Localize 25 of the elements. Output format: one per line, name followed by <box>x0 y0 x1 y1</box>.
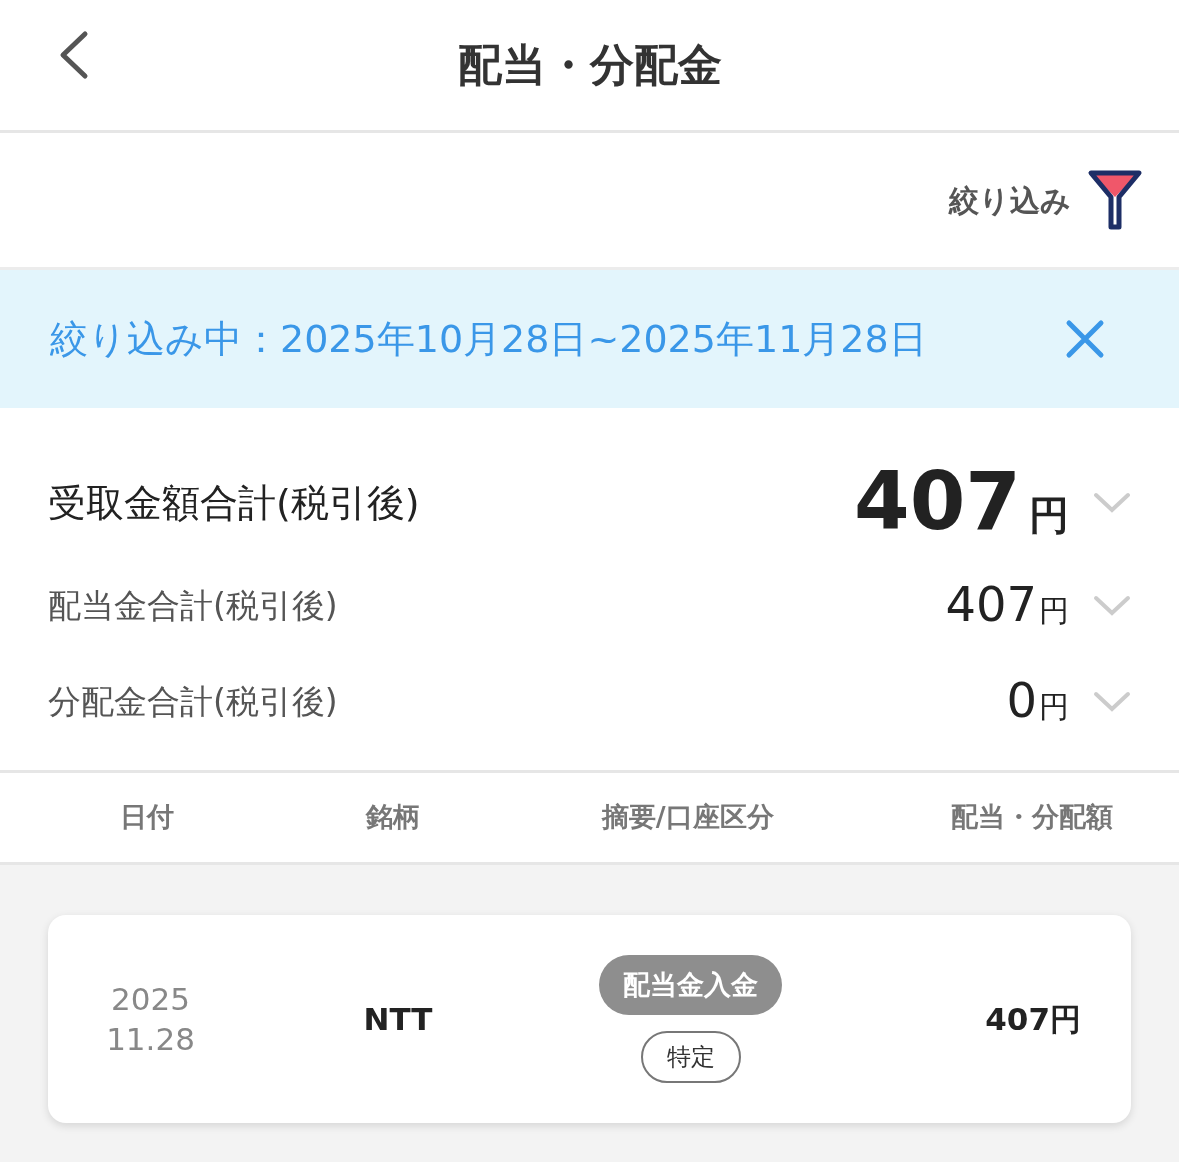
filter-status: 絞り込み中：2025年10月28日~2025年11月28日 <box>50 315 927 363</box>
funnel-icon <box>1087 169 1143 231</box>
expand-button[interactable] <box>1093 690 1131 714</box>
column-header: 配当・分配額 <box>950 801 1113 833</box>
column-header: 銘柄 <box>366 801 420 833</box>
account-tag: 特定 <box>640 1031 741 1084</box>
expand-button[interactable] <box>1093 594 1131 618</box>
type-tag: 配当金入金 <box>599 954 782 1016</box>
amount: 407 円 <box>854 461 1069 545</box>
date-day: 11.28 <box>106 1019 195 1060</box>
summary-label: 配当金合計(税引後) <box>48 585 338 628</box>
page-title: 配当・分配金 <box>457 38 722 92</box>
row-card[interactable]: 2025 11.28 NTT 配当金入金 特定 407円 <box>48 915 1131 1123</box>
filter-button[interactable]: 絞り込み <box>949 169 1143 231</box>
column-header: 摘要/口座区分 <box>601 801 774 833</box>
date-year: 2025 <box>111 979 190 1019</box>
column-header: 日付 <box>120 801 175 833</box>
security-name: NTT <box>363 999 433 1039</box>
close-button[interactable] <box>1065 319 1105 359</box>
amount: 407 円 <box>945 579 1069 633</box>
amount: 407円 <box>985 999 1082 1039</box>
expand-button[interactable] <box>1093 491 1131 515</box>
amount: 0 円 <box>1006 675 1069 729</box>
summary-label: 分配金合計(税引後) <box>48 681 338 724</box>
summary-label: 受取金額合計(税引後) <box>48 479 420 527</box>
